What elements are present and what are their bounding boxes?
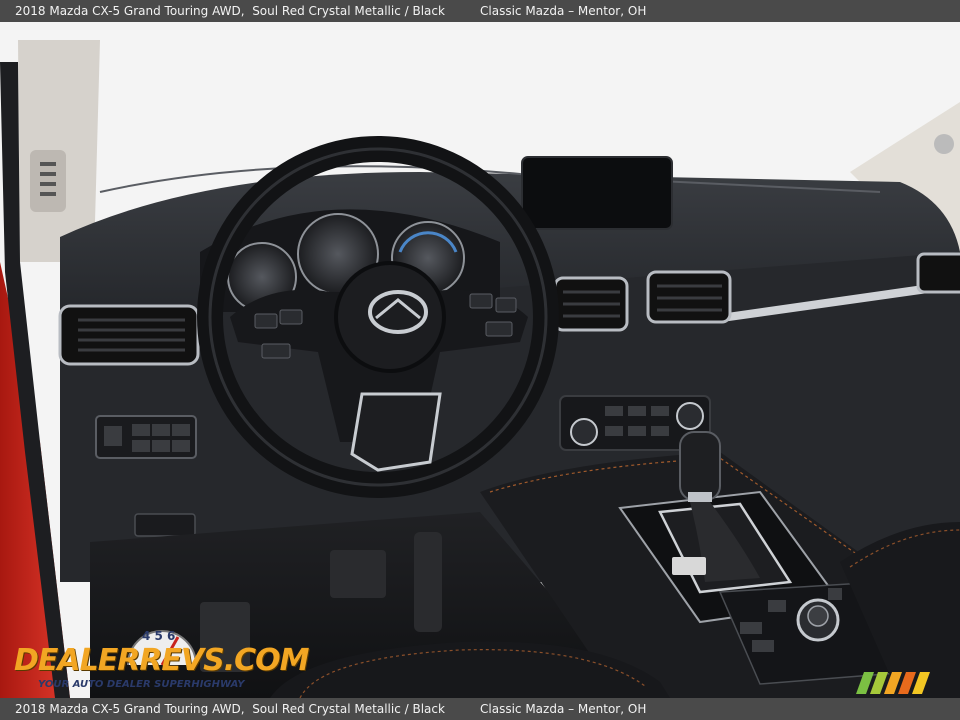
gauge-digits: 4 5 6	[142, 629, 176, 643]
temp-knob-left	[570, 418, 598, 446]
hood-release-panel	[134, 513, 196, 537]
gear-shift-knob	[679, 431, 721, 501]
watermark-tagline: YOUR AUTO DEALER SUPERHIGHWAY	[38, 679, 245, 690]
airbag-hub	[334, 261, 446, 373]
dealerrevs-watermark: 4 5 6 DEALERREVS.COM YOUR AUTO DEALER SU…	[12, 625, 310, 695]
left-air-vent	[58, 304, 200, 366]
top-caption-bar: 2018 Mazda CX-5 Grand Touring AWD, Soul …	[0, 0, 960, 22]
temp-knob-right	[676, 402, 704, 430]
dealer-name: Classic Mazda – Mentor, OH	[480, 4, 647, 18]
watermark-brand: DEALERREVS.COM	[14, 643, 310, 678]
right-air-vent	[916, 252, 960, 294]
lower-spoke-chrome	[350, 392, 442, 472]
shift-pattern-label	[672, 557, 706, 575]
tweeter	[934, 134, 954, 154]
vehicle-title: 2018 Mazda CX-5 Grand Touring AWD, Soul …	[15, 4, 445, 18]
vehicle-title-footer: 2018 Mazda CX-5 Grand Touring AWD, Soul …	[15, 702, 445, 716]
dealer-name-footer: Classic Mazda – Mentor, OH	[480, 702, 647, 716]
interior-photo	[0, 22, 960, 698]
bottom-caption-bar: 2018 Mazda CX-5 Grand Touring AWD, Soul …	[0, 698, 960, 720]
infotainment-screen	[521, 156, 673, 230]
accelerator-pedal	[414, 532, 442, 632]
brake-pedal	[330, 550, 386, 598]
pillar-speaker-vent	[30, 150, 66, 212]
speed-stripes-logo-icon	[856, 672, 930, 694]
dashboard-illustration	[0, 22, 960, 698]
